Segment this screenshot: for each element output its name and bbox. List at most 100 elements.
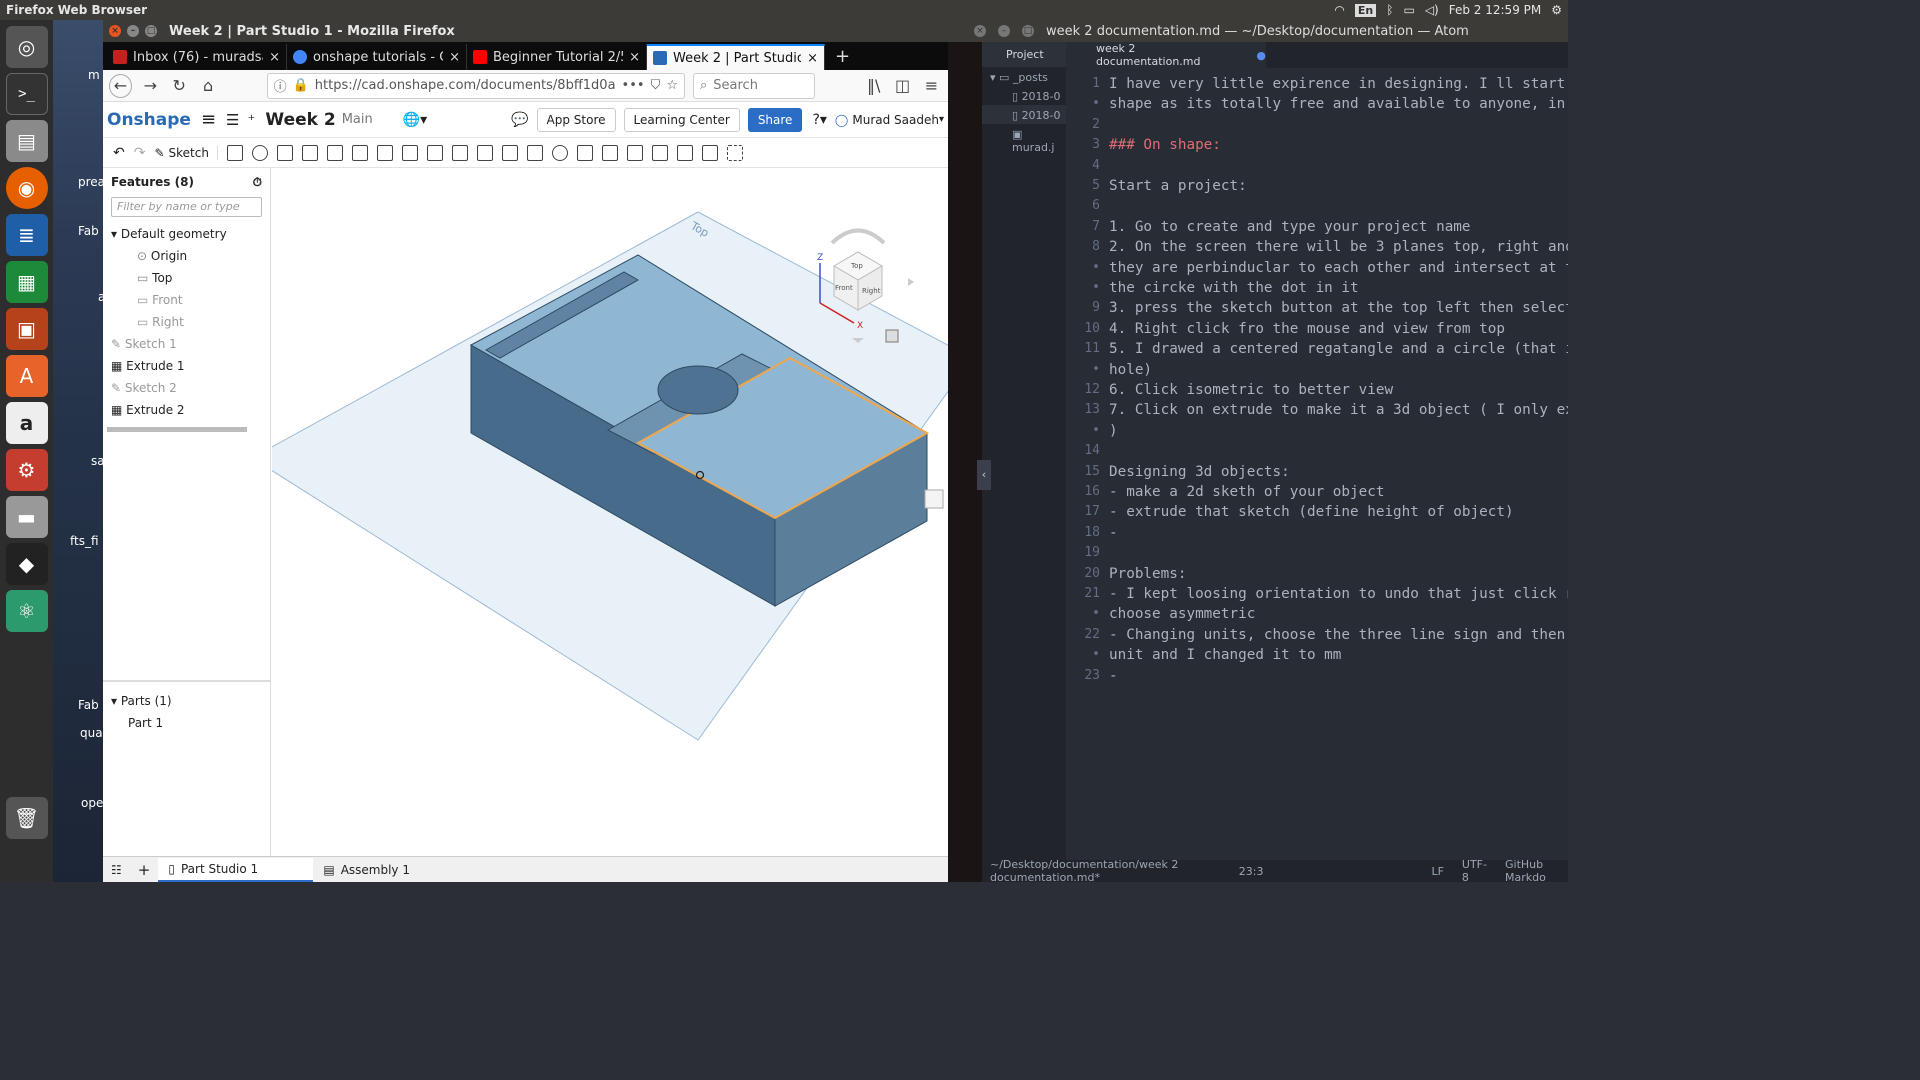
redo-icon[interactable]: ↷: [134, 145, 146, 161]
close-tab-icon[interactable]: ×: [629, 50, 640, 65]
bookmark-star-icon[interactable]: ☆: [666, 78, 678, 93]
editor-line[interactable]: ### On shape:: [1109, 137, 1221, 153]
search-bar[interactable]: ⌕ Search: [692, 72, 816, 99]
desktop-file-label[interactable]: Fab: [78, 224, 99, 238]
editor-line[interactable]: - extrude that sketch (define height of …: [1109, 504, 1514, 520]
cursor-position[interactable]: 23:3: [1239, 865, 1264, 878]
library-icon[interactable]: ‖\: [863, 76, 884, 95]
delete-part-icon[interactable]: [626, 144, 643, 161]
rollback-timer-icon[interactable]: ⏱: [253, 175, 262, 190]
feature-filter-input[interactable]: Filter by name or type: [111, 197, 262, 217]
transform-icon[interactable]: [601, 144, 618, 161]
globe-icon[interactable]: 🌐▾: [403, 112, 427, 128]
boolean-icon[interactable]: [551, 144, 568, 161]
menu-icon[interactable]: ≡: [201, 109, 216, 130]
editor-line[interactable]: 4. Right click fro the mouse and view fr…: [1109, 321, 1505, 337]
browser-tab-google[interactable]: onshape tutorials - Goo ×: [287, 44, 467, 70]
editor-line[interactable]: they are perbinduclar to each other and …: [1109, 260, 1568, 276]
url-text[interactable]: https://cad.onshape.com/documents/8bff1d…: [315, 78, 616, 93]
firefox-icon[interactable]: ◉: [5, 167, 48, 209]
thicken-icon[interactable]: [326, 144, 343, 161]
browser-tab-youtube[interactable]: Beginner Tutorial 2/5 - C ×: [467, 44, 647, 70]
editor-line[interactable]: the circke with the dot in it: [1109, 280, 1359, 296]
editor-line[interactable]: - I kept loosing orientation to undo tha…: [1109, 586, 1568, 602]
desktop-file-label[interactable]: m: [88, 68, 100, 82]
files-icon[interactable]: ▤: [5, 120, 48, 162]
split-icon[interactable]: [576, 144, 593, 161]
calc-icon[interactable]: ▦: [5, 261, 48, 303]
close-tab-icon[interactable]: ×: [269, 50, 280, 65]
desktop-file-label[interactable]: ope: [81, 796, 103, 810]
close-window-icon[interactable]: ×: [109, 25, 121, 37]
geometry-item-front[interactable]: ▭ Front: [111, 289, 270, 311]
feature-list-icon[interactable]: ☰: [226, 111, 239, 129]
disk-drive-icon[interactable]: ▬: [5, 496, 48, 538]
editor-line[interactable]: Designing 3d objects:: [1109, 464, 1290, 480]
sketch-button[interactable]: ✎ Sketch: [154, 145, 218, 160]
editor-line[interactable]: 1. Go to create and type your project na…: [1109, 219, 1471, 235]
comments-icon[interactable]: 💬: [511, 112, 528, 128]
collapse-panel-icon[interactable]: ‹: [977, 460, 991, 490]
helix-icon[interactable]: [701, 144, 718, 161]
editor-line[interactable]: Problems:: [1109, 566, 1186, 582]
fillet-icon[interactable]: [351, 144, 368, 161]
close-window-icon[interactable]: ×: [974, 25, 986, 37]
hole-icon[interactable]: [476, 144, 493, 161]
maximize-window-icon[interactable]: □: [145, 25, 157, 37]
file-encoding[interactable]: UTF-8: [1462, 858, 1487, 884]
tab-manager-icon[interactable]: ☷: [103, 863, 130, 877]
view-options-icon[interactable]: [885, 329, 899, 343]
user-name[interactable]: Murad Saadeh: [852, 113, 939, 127]
circular-hole[interactable]: [657, 365, 739, 415]
desktop-file-label[interactable]: Fab: [78, 698, 99, 712]
graphics-viewport[interactable]: Top Top Front Right Z X: [272, 168, 948, 856]
info-icon[interactable]: ⓘ: [274, 76, 287, 95]
tree-file[interactable]: ▯ 2018-0: [982, 86, 1066, 105]
editor-line[interactable]: hole): [1109, 362, 1152, 378]
feature-item-extrude-2[interactable]: ▦ Extrude 2: [111, 399, 270, 421]
add-custom-feature-icon[interactable]: [726, 144, 743, 161]
display-mode-icon[interactable]: [924, 489, 944, 509]
modified-dot-icon[interactable]: ●: [1256, 49, 1266, 62]
onshape-logo[interactable]: Onshape: [107, 110, 191, 130]
chevron-down-icon[interactable]: ▾: [111, 227, 117, 241]
file-path[interactable]: ~/Desktop/documentation/week 2 documenta…: [990, 858, 1221, 884]
editor-line[interactable]: -: [1109, 668, 1118, 684]
add-tab-icon[interactable]: +: [130, 861, 159, 879]
editor-line[interactable]: - make a 2d sketh of your object: [1109, 484, 1384, 500]
model-svg[interactable]: Top Top Front Right Z X: [272, 168, 948, 856]
reload-icon[interactable]: ↻: [169, 76, 190, 95]
terminal-icon[interactable]: >_: [5, 73, 48, 115]
geometry-item-right[interactable]: ▭ Right: [111, 311, 270, 333]
hamburger-menu-icon[interactable]: ≡: [921, 76, 942, 95]
editor-line[interactable]: I have very little expirence in designin…: [1109, 76, 1568, 92]
amazon-icon[interactable]: a: [5, 402, 48, 444]
chevron-down-icon[interactable]: ▾: [939, 114, 944, 125]
loft-icon[interactable]: [301, 144, 318, 161]
browser-tab-gmail[interactable]: Inbox (76) - muradsaade ×: [107, 44, 287, 70]
draft-icon[interactable]: [401, 144, 418, 161]
home-icon[interactable]: ⌂: [198, 76, 219, 95]
learning-center-button[interactable]: Learning Center: [623, 107, 740, 132]
rollback-bar[interactable]: [107, 427, 247, 432]
rotate-arc-icon[interactable]: [830, 228, 886, 245]
tree-file[interactable]: ▣ murad.j: [982, 124, 1066, 156]
document-title[interactable]: Week 2: [265, 110, 335, 130]
url-bar[interactable]: ⓘ 🔒 https://cad.onshape.com/documents/8b…: [266, 72, 685, 99]
writer-icon[interactable]: ≣: [5, 214, 48, 256]
tree-file[interactable]: ▯ 2018-0: [982, 105, 1066, 124]
tab-part-studio-1[interactable]: ▯ Part Studio 1: [158, 857, 314, 882]
new-tab-icon[interactable]: +: [825, 46, 860, 70]
extrude-icon[interactable]: [226, 144, 243, 161]
clock[interactable]: Feb 2 12:59 PM: [1449, 3, 1542, 17]
keyboard-layout-indicator[interactable]: En: [1354, 3, 1377, 17]
desktop-file-label[interactable]: fts_fi: [70, 534, 99, 548]
editor-line[interactable]: ): [1109, 423, 1118, 439]
desktop-file-label[interactable]: prea: [78, 175, 105, 189]
close-tab-icon[interactable]: ×: [449, 50, 460, 65]
tree-folder-posts[interactable]: ▾ ▭ _posts: [982, 67, 1066, 86]
editor-line[interactable]: 2. On the screen there will be 3 planes …: [1109, 239, 1568, 255]
editor-line[interactable]: choose asymmetric: [1109, 606, 1255, 622]
wifi-icon[interactable]: ◠: [1334, 3, 1344, 17]
geometry-item-origin[interactable]: ⊙ Origin: [111, 245, 270, 267]
